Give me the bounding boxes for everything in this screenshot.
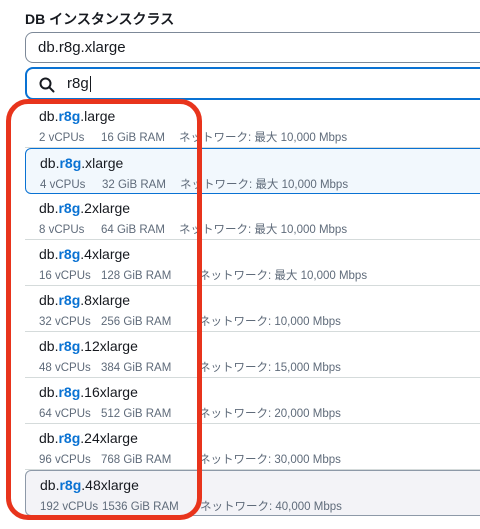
option-db-r8g-48xlarge[interactable]: db.r8g.48xlarge 192 vCPUs 1536 GiB RAM ネット…	[25, 470, 480, 516]
option-db-r8g-xlarge[interactable]: db.r8g.xlarge 4 vCPUs 32 GiB RAM ネットワーク: 最…	[25, 148, 480, 194]
instance-options-list: db.r8g.large 2 vCPUs 16 GiB RAM ネットワーク: 最大…	[25, 102, 480, 516]
option-db-r8g-16xlarge[interactable]: db.r8g.16xlarge 64 vCPUs 512 GiB RAM ネットワー…	[25, 378, 480, 424]
option-db-r8g-12xlarge[interactable]: db.r8g.12xlarge 48 vCPUs 384 GiB RAM ネットワー…	[25, 332, 480, 378]
search-icon	[39, 77, 55, 93]
option-db-r8g-8xlarge[interactable]: db.r8g.8xlarge 32 vCPUs 256 GiB RAM ネットワーク…	[25, 286, 480, 332]
search-text: r8g	[67, 75, 89, 92]
instance-search-input[interactable]: r8g	[25, 67, 480, 100]
option-db-r8g-24xlarge[interactable]: db.r8g.24xlarge 96 vCPUs 768 GiB RAM ネットワー…	[25, 424, 480, 470]
text-cursor	[89, 76, 91, 93]
option-db-r8g-large[interactable]: db.r8g.large 2 vCPUs 16 GiB RAM ネットワーク: 最大…	[25, 102, 480, 148]
selected-value: db.r8g.xlarge	[38, 39, 126, 56]
option-db-r8g-4xlarge[interactable]: db.r8g.4xlarge 16 vCPUs 128 GiB RAM ネットワーク…	[25, 240, 480, 286]
option-db-r8g-2xlarge[interactable]: db.r8g.2xlarge 8 vCPUs 64 GiB RAM ネットワーク: …	[25, 194, 480, 240]
instance-class-label: DB インスタンスクラス	[25, 11, 175, 27]
instance-class-select[interactable]: db.r8g.xlarge	[25, 32, 480, 63]
